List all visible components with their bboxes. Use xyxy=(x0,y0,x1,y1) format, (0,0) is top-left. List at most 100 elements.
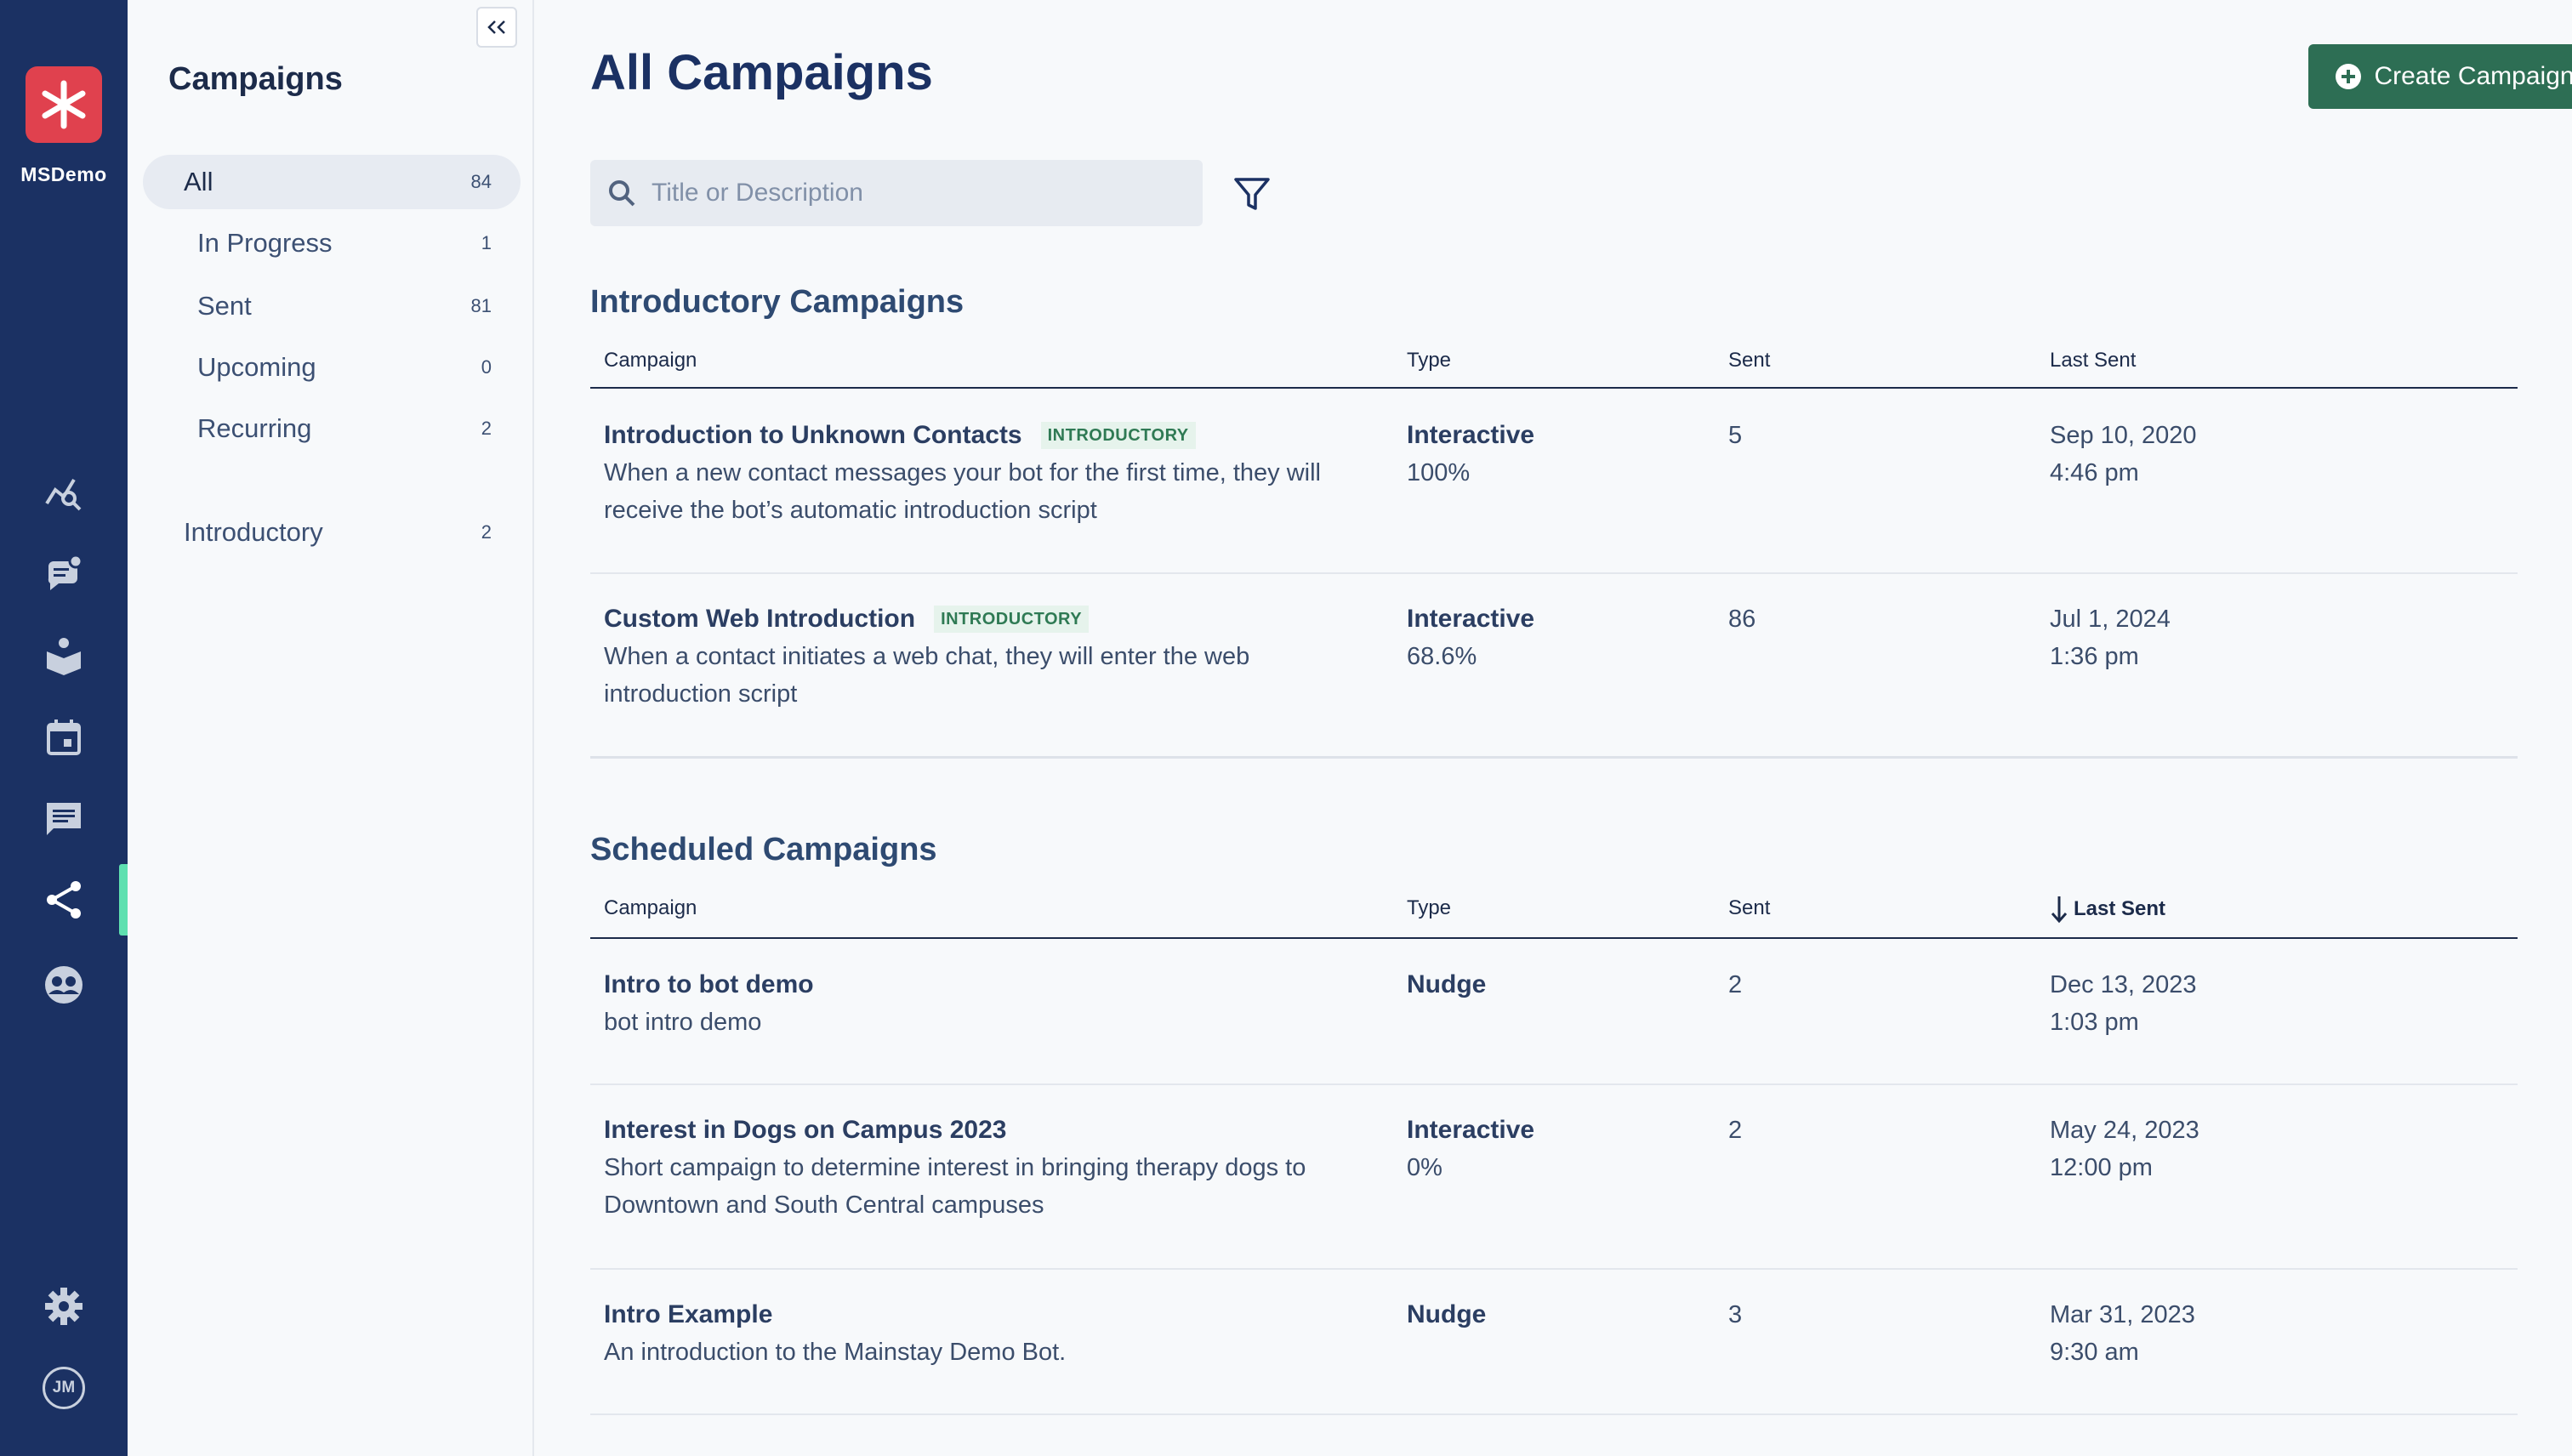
messages-icon[interactable] xyxy=(38,793,89,844)
row-divider xyxy=(590,1268,2518,1270)
sidebar-item-label: Introductory xyxy=(184,517,323,547)
campaign-name[interactable]: Custom Web Introduction xyxy=(604,600,915,638)
search-input[interactable] xyxy=(652,179,1179,208)
sidebar-item-introductory[interactable]: Introductory 2 xyxy=(143,505,521,560)
introductory-badge: INTRODUCTORY xyxy=(1040,422,1196,449)
sidebar-item-in-progress[interactable]: In Progress 1 xyxy=(143,216,521,270)
campaign-type: Interactive xyxy=(1407,605,1535,633)
last-sent-time: 4:46 pm xyxy=(2050,459,2139,486)
campaign-sent-count: 5 xyxy=(1728,422,1743,449)
table-row[interactable]: Intro Example An introduction to the Mai… xyxy=(590,1296,2518,1413)
campaign-name[interactable]: Introduction to Unknown Contacts xyxy=(604,417,1022,454)
collapse-sidebar-button[interactable] xyxy=(476,7,517,48)
table-row[interactable]: Introduction to Unknown Contacts INTRODUC… xyxy=(590,417,2518,573)
last-sent-time: 1:36 pm xyxy=(2050,643,2139,670)
app-logo[interactable] xyxy=(26,66,102,143)
sidebar-item-upcoming[interactable]: Upcoming 0 xyxy=(143,340,521,395)
col-header-campaign[interactable]: Campaign xyxy=(604,896,697,920)
scheduled-section-title: Scheduled Campaigns xyxy=(590,832,937,867)
filter-button[interactable] xyxy=(1228,170,1276,218)
sidebar-item-sent[interactable]: Sent 81 xyxy=(143,279,521,333)
sidebar-item-count: 1 xyxy=(481,232,492,253)
campaign-description: introduction script xyxy=(604,680,798,708)
double-chevron-left-icon xyxy=(487,20,505,34)
analytics-icon[interactable] xyxy=(38,466,89,517)
col-header-type[interactable]: Type xyxy=(1407,349,1451,373)
campaign-type: Interactive xyxy=(1407,421,1535,449)
sidebar-item-count: 0 xyxy=(481,356,492,378)
sidebar-item-label: All xyxy=(184,167,213,196)
campaign-description: Short campaign to determine interest in … xyxy=(604,1154,1306,1181)
campaign-description: An introduction to the Mainstay Demo Bot… xyxy=(604,1339,1067,1366)
sidebar-item-recurring[interactable]: Recurring 2 xyxy=(143,401,521,456)
plus-circle-icon xyxy=(2336,64,2362,89)
contacts-icon[interactable] xyxy=(38,959,89,1010)
create-campaign-button[interactable]: Create Campaign xyxy=(2308,44,2572,109)
main-content: All Campaigns Create Campaign Introducto… xyxy=(534,0,2572,1456)
col-header-sent[interactable]: Sent xyxy=(1728,896,1770,920)
last-sent-time: 1:03 pm xyxy=(2050,1009,2139,1036)
last-sent-time: 12:00 pm xyxy=(2050,1154,2153,1181)
row-divider xyxy=(590,572,2518,574)
campaign-sent-count: 2 xyxy=(1728,971,1743,998)
campaign-type-rate: 68.6% xyxy=(1407,643,1477,670)
campaign-type-rate: 100% xyxy=(1407,459,1471,486)
app-rail: MSDemo JM xyxy=(0,0,128,1456)
introductory-badge: INTRODUCTORY xyxy=(934,606,1090,633)
campaign-type: Nudge xyxy=(1407,970,1487,998)
row-divider xyxy=(590,1413,2518,1415)
header-divider xyxy=(590,387,2518,389)
campaign-name[interactable]: Interest in Dogs on Campus 2023 xyxy=(604,1112,1006,1149)
sidebar-item-label: Recurring xyxy=(197,413,312,443)
settings-gear-icon[interactable] xyxy=(38,1281,89,1332)
active-indicator xyxy=(119,864,128,936)
introductory-section-title: Introductory Campaigns xyxy=(590,284,964,320)
last-sent-date: Sep 10, 2020 xyxy=(2050,422,2197,449)
campaign-description: When a contact initiates a web chat, the… xyxy=(604,643,1250,670)
filter-funnel-icon xyxy=(1234,178,1270,210)
campaign-name[interactable]: Intro to bot demo xyxy=(604,966,814,1004)
calendar-icon[interactable] xyxy=(38,711,89,762)
sidebar-item-label: Sent xyxy=(197,291,252,321)
header-divider xyxy=(590,937,2518,939)
campaign-description: receive the bot’s automatic introduction… xyxy=(604,497,1097,524)
table-row[interactable]: Custom Web Introduction INTRODUCTORY When… xyxy=(590,600,2518,757)
sidebar-item-count: 2 xyxy=(481,521,492,543)
col-header-type[interactable]: Type xyxy=(1407,896,1451,920)
campaign-description: When a new contact messages your bot for… xyxy=(604,459,1321,486)
last-sent-date: Dec 13, 2023 xyxy=(2050,971,2197,998)
knowledge-base-icon[interactable] xyxy=(38,629,89,680)
org-name: MSDemo xyxy=(20,163,107,185)
avatar-initials: JM xyxy=(43,1367,85,1409)
sidebar-item-count: 2 xyxy=(481,418,492,439)
sidebar-item-label: In Progress xyxy=(197,228,333,258)
table-row[interactable]: Intro to bot demo bot intro demo Nudge 2… xyxy=(590,966,2518,1083)
section-divider xyxy=(590,756,2518,759)
campaign-type: Nudge xyxy=(1407,1300,1487,1328)
sidebar-item-count: 81 xyxy=(470,295,492,316)
asterisk-logo-icon xyxy=(42,80,86,129)
user-avatar[interactable]: JM xyxy=(38,1362,89,1413)
campaign-sent-count: 2 xyxy=(1728,1117,1743,1144)
campaigns-icon[interactable] xyxy=(38,874,89,925)
search-icon xyxy=(609,180,635,207)
col-header-last-sent[interactable]: Last Sent xyxy=(2050,349,2136,373)
search-box xyxy=(590,160,1203,226)
campaign-sent-count: 86 xyxy=(1728,606,1756,633)
campaign-type: Interactive xyxy=(1407,1116,1535,1144)
conversations-icon[interactable] xyxy=(38,548,89,599)
col-header-campaign[interactable]: Campaign xyxy=(604,349,697,373)
sort-arrow-down-icon xyxy=(2051,896,2068,924)
campaign-description: bot intro demo xyxy=(604,1009,762,1036)
col-header-label: Last Sent xyxy=(2074,897,2166,920)
col-header-last-sent-sorted[interactable]: Last Sent xyxy=(2050,895,2165,924)
table-row[interactable]: Interest in Dogs on Campus 2023 Short ca… xyxy=(590,1112,2518,1268)
last-sent-date: Jul 1, 2024 xyxy=(2050,606,2171,633)
sidebar-item-all[interactable]: All 84 xyxy=(143,155,521,209)
col-header-sent[interactable]: Sent xyxy=(1728,349,1770,373)
sidebar-item-count: 84 xyxy=(470,171,492,192)
campaign-name[interactable]: Intro Example xyxy=(604,1296,772,1334)
page-title: All Campaigns xyxy=(590,45,933,100)
campaign-description: Downtown and South Central campuses xyxy=(604,1192,1044,1219)
sidebar-title: Campaigns xyxy=(168,61,343,97)
